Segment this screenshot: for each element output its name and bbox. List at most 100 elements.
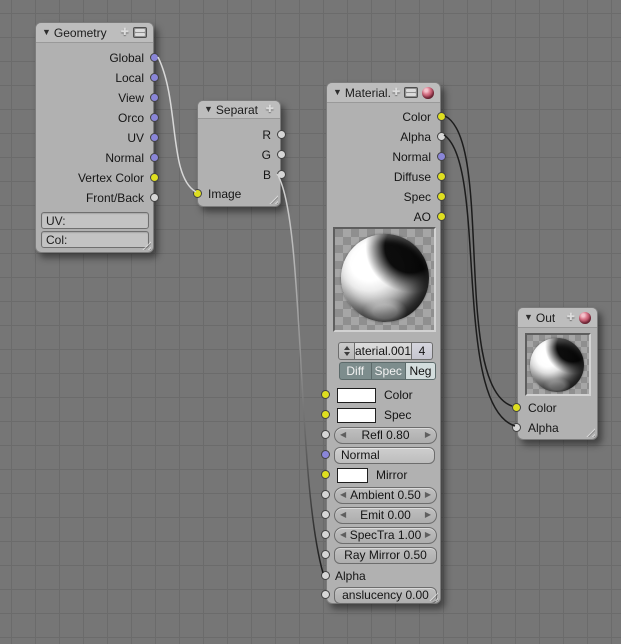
socket-normal[interactable] bbox=[150, 153, 159, 162]
node-material[interactable]: ▼ Material. ✚ Color Alpha Normal Diffuse bbox=[326, 82, 441, 604]
slider-arrow-right-icon[interactable]: ▶ bbox=[425, 431, 431, 439]
refl-slider[interactable]: ◀ Refl 0.80 ▶ bbox=[334, 427, 437, 444]
node-editor-canvas[interactable]: ▼ Geometry ✚ Global Local View Orco bbox=[0, 0, 621, 644]
socket-view[interactable] bbox=[150, 93, 159, 102]
id-browse-stepper[interactable] bbox=[338, 342, 355, 360]
emit-row: ◀ Emit 0.00 ▶ bbox=[327, 506, 440, 524]
slider-value: Emit 0.00 bbox=[346, 508, 425, 522]
output-label: Normal bbox=[392, 150, 431, 164]
socket-global[interactable] bbox=[150, 53, 159, 62]
vertex-color-layer-field[interactable]: Col: bbox=[41, 231, 149, 248]
slider-value: Ambient 0.50 bbox=[346, 488, 425, 502]
separate-node-header[interactable]: ▼ Separat ✚ bbox=[198, 101, 280, 119]
node-output[interactable]: ▼ Out ✚ Color Alpha bbox=[517, 307, 598, 440]
ray-mirror-row: Ray Mirror 0.50 bbox=[327, 546, 440, 564]
socket-alpha-in[interactable] bbox=[321, 571, 330, 580]
socket-ambient-in[interactable] bbox=[321, 490, 330, 499]
material-users-count[interactable]: 4 bbox=[412, 342, 433, 360]
node-title: Out bbox=[536, 311, 555, 325]
tab-neg[interactable]: Neg bbox=[405, 362, 436, 380]
socket-diffuse-out[interactable] bbox=[437, 172, 446, 181]
plus-icon[interactable]: ✚ bbox=[121, 28, 129, 38]
tab-diff[interactable]: Diff bbox=[339, 362, 371, 380]
socket-ao-out[interactable] bbox=[437, 212, 446, 221]
material-ball-icon[interactable] bbox=[422, 87, 434, 99]
output-row-local: Local bbox=[36, 68, 153, 88]
socket-local[interactable] bbox=[150, 73, 159, 82]
output-label: Global bbox=[109, 51, 144, 65]
ray-mirror-field[interactable]: Ray Mirror 0.50 bbox=[334, 547, 437, 564]
socket-vertex-color[interactable] bbox=[150, 173, 159, 182]
input-label: Alpha bbox=[335, 569, 366, 583]
menu-icon[interactable] bbox=[404, 87, 418, 98]
output-label: Color bbox=[402, 110, 431, 124]
mirror-input-row: Mirror bbox=[327, 466, 440, 484]
socket-image[interactable] bbox=[193, 189, 202, 198]
socket-alpha-out[interactable] bbox=[437, 132, 446, 141]
socket-front-back[interactable] bbox=[150, 193, 159, 202]
socket-color-in[interactable] bbox=[321, 390, 330, 399]
collapse-icon[interactable]: ▼ bbox=[333, 88, 342, 97]
ambient-slider[interactable]: ◀ Ambient 0.50 ▶ bbox=[334, 487, 437, 504]
emit-slider[interactable]: ◀ Emit 0.00 ▶ bbox=[334, 507, 437, 524]
slider-arrow-right-icon[interactable]: ▶ bbox=[425, 491, 431, 499]
output-row-normal: Normal bbox=[36, 148, 153, 168]
tab-spec[interactable]: Spec bbox=[371, 362, 405, 380]
socket-g[interactable] bbox=[277, 150, 286, 159]
socket-ray-mirror-in[interactable] bbox=[321, 550, 330, 559]
material-node-header[interactable]: ▼ Material. ✚ bbox=[327, 83, 440, 103]
socket-spec-in[interactable] bbox=[321, 410, 330, 419]
plus-icon[interactable]: ✚ bbox=[266, 105, 274, 115]
spectra-row: ◀ SpecTra 1.00 ▶ bbox=[327, 526, 440, 544]
slider-arrow-right-icon[interactable]: ▶ bbox=[425, 511, 431, 519]
plus-icon[interactable]: ✚ bbox=[567, 313, 575, 323]
socket-r[interactable] bbox=[277, 130, 286, 139]
output-label: Orco bbox=[118, 111, 144, 125]
socket-translucency-in[interactable] bbox=[321, 590, 330, 599]
mirror-swatch[interactable] bbox=[337, 468, 368, 483]
output-row-normal: Normal bbox=[327, 147, 440, 167]
socket-refl-in[interactable] bbox=[321, 430, 330, 439]
socket-uv[interactable] bbox=[150, 133, 159, 142]
socket-normal-in[interactable] bbox=[321, 450, 330, 459]
socket-spec-out[interactable] bbox=[437, 192, 446, 201]
socket-alpha-in[interactable] bbox=[512, 423, 521, 432]
output-label: Spec bbox=[404, 190, 431, 204]
geometry-node-header[interactable]: ▼ Geometry ✚ bbox=[36, 23, 153, 43]
material-ball-icon[interactable] bbox=[579, 312, 591, 324]
socket-color-in[interactable] bbox=[512, 403, 521, 412]
output-label: AO bbox=[414, 210, 431, 224]
collapse-icon[interactable]: ▼ bbox=[42, 28, 51, 37]
plus-icon[interactable]: ✚ bbox=[392, 88, 400, 98]
output-row-front-back: Front/Back bbox=[36, 188, 153, 208]
collapse-icon[interactable]: ▼ bbox=[524, 313, 533, 322]
normal-button[interactable]: Normal bbox=[334, 447, 435, 464]
mirror-label: Mirror bbox=[376, 468, 407, 482]
input-row-color: Color bbox=[518, 398, 597, 418]
material-name-field[interactable]: aterial.001 bbox=[355, 342, 412, 360]
socket-mirror-in[interactable] bbox=[321, 470, 330, 479]
socket-b[interactable] bbox=[277, 170, 286, 179]
spectra-slider[interactable]: ◀ SpecTra 1.00 ▶ bbox=[334, 527, 437, 544]
spec-swatch[interactable] bbox=[337, 408, 376, 423]
uv-layer-field[interactable]: UV: bbox=[41, 212, 149, 229]
output-row-uv: UV bbox=[36, 128, 153, 148]
node-geometry[interactable]: ▼ Geometry ✚ Global Local View Orco bbox=[35, 22, 154, 253]
socket-color-out[interactable] bbox=[437, 112, 446, 121]
collapse-icon[interactable]: ▼ bbox=[204, 105, 213, 114]
out-preview bbox=[525, 333, 591, 396]
node-separate-rgb[interactable]: ▼ Separat ✚ R G B Image bbox=[197, 100, 281, 207]
output-label: View bbox=[118, 91, 144, 105]
output-label: Local bbox=[115, 71, 144, 85]
socket-orco[interactable] bbox=[150, 113, 159, 122]
socket-emit-in[interactable] bbox=[321, 510, 330, 519]
link-b-to-alpha bbox=[277, 174, 323, 573]
color-swatch[interactable] bbox=[337, 388, 376, 403]
socket-normal-out[interactable] bbox=[437, 152, 446, 161]
translucency-field[interactable]: anslucency 0.00 bbox=[334, 587, 437, 604]
color-label: Color bbox=[384, 388, 413, 402]
socket-spectra-in[interactable] bbox=[321, 530, 330, 539]
out-node-header[interactable]: ▼ Out ✚ bbox=[518, 308, 597, 328]
slider-arrow-right-icon[interactable]: ▶ bbox=[425, 531, 431, 539]
menu-icon[interactable] bbox=[133, 27, 147, 38]
